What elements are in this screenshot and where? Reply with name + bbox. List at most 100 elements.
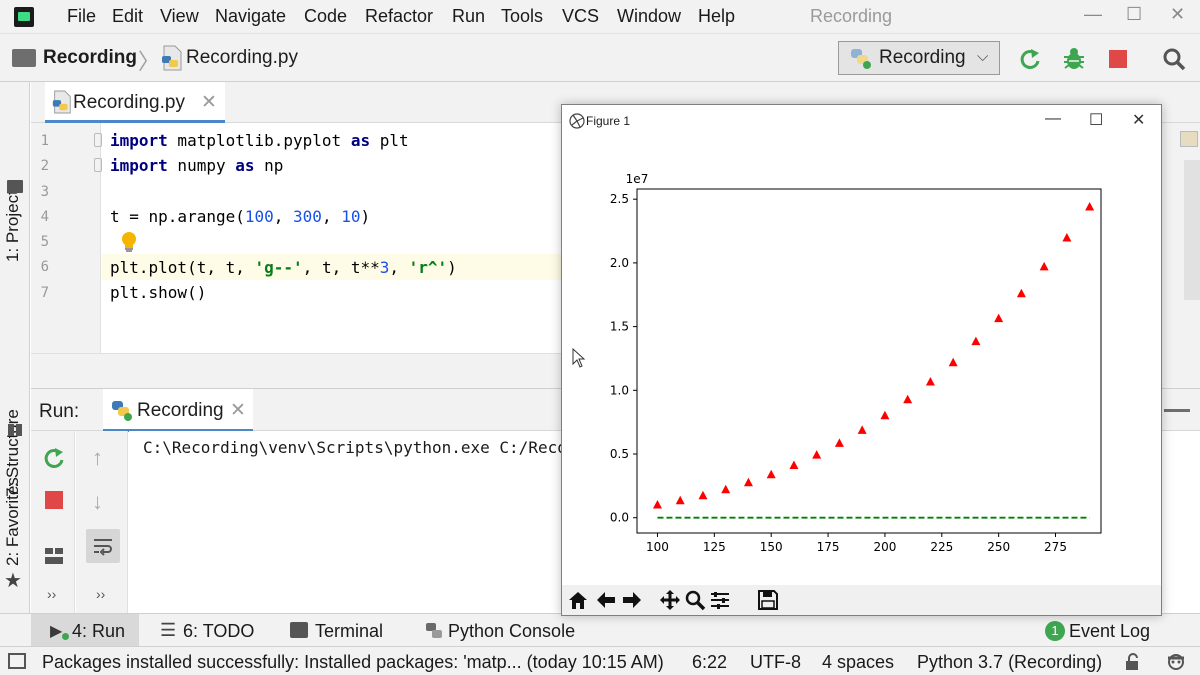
editor-tab-label: Recording.py [73,92,185,113]
inspector-face-icon[interactable] [1164,650,1188,674]
star-icon: ★ [4,570,22,592]
status-bar: Packages installed successfully: Install… [0,646,1200,675]
terminal-icon [290,622,308,638]
rerun-icon[interactable] [41,445,67,471]
cursor-position[interactable]: 6:22 [692,652,727,673]
x-tick-label: 150 [760,540,783,554]
code-line-6: plt.plot(t, t, 'g--', t, t**3, 'r^') [110,258,457,277]
file-encoding[interactable]: UTF-8 [750,652,801,673]
soft-wrap-button[interactable] [86,529,120,563]
figure-minimize-icon[interactable]: — [1045,110,1061,128]
figure-close-icon[interactable]: ✕ [1132,110,1145,130]
menu-tools[interactable]: Tools [501,6,543,27]
search-icon[interactable] [1161,46,1187,72]
x-tick-label: 275 [1044,540,1067,554]
x-tick-label: 225 [930,540,953,554]
save-floppy-icon[interactable] [757,589,779,611]
window-close-icon[interactable]: ✕ [1170,4,1185,25]
python-file-icon [162,45,182,71]
y-tick-label: 2.0 [610,256,629,270]
hide-panel-icon[interactable] [1164,409,1190,412]
left-tool-strip: 1: Project 7: Structure 2: Favorites ★ [0,82,30,615]
menu-navigate[interactable]: Navigate [215,6,286,27]
breadcrumb-file[interactable]: Recording.py [186,47,298,69]
menu-edit[interactable]: Edit [112,6,143,27]
stop-icon[interactable] [43,489,65,511]
tool-tab-event-log[interactable]: Event Log [1069,621,1150,642]
run-tab-label: Recording [137,400,224,421]
home-icon[interactable] [567,589,589,611]
run-configuration-select[interactable]: Recording ⌵ [838,41,1000,75]
y-offset-label: 1e7 [626,172,649,186]
pan-move-icon[interactable] [659,589,681,611]
tool-tab-terminal[interactable]: Terminal [315,621,383,642]
run-tab-recording[interactable]: Recording ✕ [103,389,253,432]
tool-tab-run[interactable]: 4: Run [72,621,125,642]
menu-run[interactable]: Run [452,6,485,27]
debug-bug-icon[interactable] [1061,46,1087,72]
wrap-icon [94,539,112,556]
y-tick-label: 1.0 [610,383,629,397]
matplotlib-logo-icon [569,113,585,129]
menu-file[interactable]: File [67,6,96,27]
editor-tab-recording-py[interactable]: Recording.py ✕ [45,82,225,123]
fold-marker-icon[interactable] [94,133,102,147]
python-icon [112,401,132,421]
close-icon[interactable]: ✕ [201,91,217,114]
close-icon[interactable]: ✕ [230,399,246,422]
tool-window-bar: ▶ 4: Run ☰ 6: TODO Terminal Python Conso… [0,613,1200,647]
tool-tab-python-console[interactable]: Python Console [448,621,575,642]
inspection-marker[interactable] [1180,131,1198,147]
figure-toolbar [562,585,1161,615]
figure-window: Figure 1 — ☐ ✕ 100 125 150 175 200 225 250 275 0… [561,104,1162,616]
tool-tab-project[interactable]: 1: Project [3,190,23,262]
interpreter-setting[interactable]: Python 3.7 (Recording) [917,652,1102,673]
breadcrumb-project[interactable]: Recording [43,47,137,69]
mouse-cursor-icon [572,348,586,368]
more-actions-icon[interactable]: ›› [47,586,56,602]
running-indicator-icon [62,633,69,640]
chevron-down-icon: ⌵ [977,48,989,65]
figure-maximize-icon[interactable]: ☐ [1089,110,1103,130]
menu-help[interactable]: Help [698,6,735,27]
editor-scrollbar[interactable] [1184,160,1200,300]
tool-tab-favorites[interactable]: 2: Favorites [3,477,23,566]
menu-vcs[interactable]: VCS [562,6,599,27]
y-tick-label: 0.0 [610,511,629,525]
lightbulb-icon[interactable] [120,231,138,253]
layout-icon[interactable] [43,545,65,567]
python-file-icon [52,90,71,114]
window-maximize-icon[interactable]: ☐ [1126,4,1142,25]
console-output-line: C:\Recording\venv\Scripts\python.exe C:/… [143,438,577,457]
code-line-1: import matplotlib.pyplot as plt [110,131,409,150]
editor-gutter: 1 2 3 4 5 6 7 [31,123,102,353]
stop-icon[interactable] [1105,46,1131,72]
y-tick-label: 1.5 [610,320,629,334]
x-tick-label: 250 [987,540,1010,554]
configure-subplots-icon[interactable] [709,589,731,611]
figure-canvas[interactable]: 100 125 150 175 200 225 250 275 0.0 0.5 1.0 1.5 2.0 2… [562,136,1161,585]
more-actions-icon[interactable]: ›› [96,586,105,602]
menu-code[interactable]: Code [304,6,347,27]
figure-title-bar[interactable]: Figure 1 — ☐ ✕ [562,105,1161,136]
arrow-down-icon[interactable]: ↓ [92,489,103,515]
line-number: 7 [40,285,49,301]
fold-marker-icon[interactable] [94,158,102,172]
lock-icon[interactable] [1123,652,1143,672]
zoom-magnifier-icon[interactable] [684,589,706,611]
menu-view[interactable]: View [160,6,199,27]
window-title: Recording [810,6,893,26]
window-minimize-icon[interactable]: — [1084,4,1102,25]
indent-setting[interactable]: 4 spaces [822,652,894,673]
plot-marks: 100 125 150 175 200 225 250 275 0.0 0.5 1.0 1.5 2.0 2… [610,172,1102,554]
rerun-icon[interactable] [1017,46,1043,72]
menu-window[interactable]: Window [617,6,681,27]
arrow-up-icon[interactable]: ↑ [92,445,103,471]
back-arrow-icon[interactable] [595,589,617,611]
status-message[interactable]: Packages installed successfully: Install… [42,652,664,673]
line-number: 4 [40,209,49,225]
forward-arrow-icon[interactable] [621,589,643,611]
tool-tab-todo[interactable]: 6: TODO [183,621,254,642]
menu-refactor[interactable]: Refactor [365,6,433,27]
panel-toggle-icon[interactable] [8,653,26,669]
